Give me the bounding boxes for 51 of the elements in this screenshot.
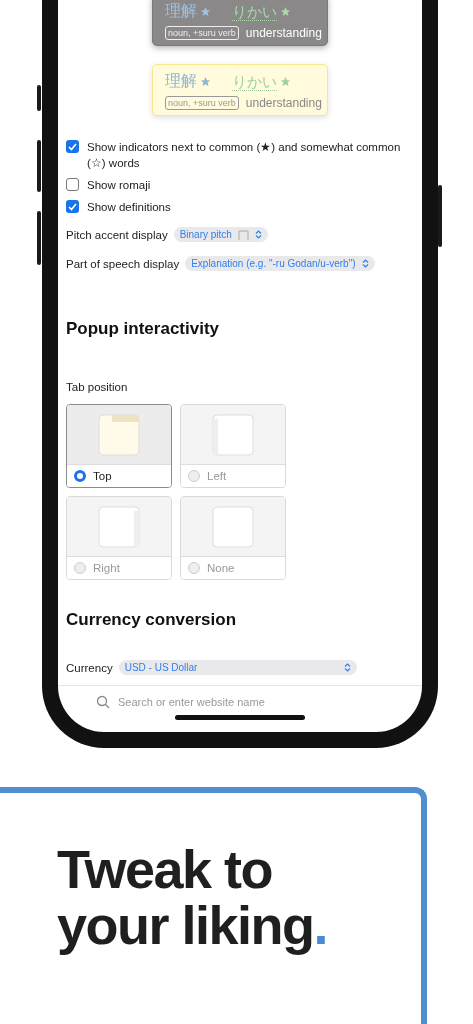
tab-layout-icon bbox=[212, 413, 254, 456]
chevron-up-down-icon bbox=[343, 663, 351, 672]
dropdown[interactable]: USD - US Dollar bbox=[118, 660, 357, 675]
option-label: Show definitions bbox=[87, 200, 171, 215]
checkbox[interactable] bbox=[66, 200, 79, 213]
star-icon bbox=[200, 6, 211, 17]
tab-layout-icon bbox=[98, 505, 140, 548]
star-icon bbox=[200, 76, 211, 87]
kanji-text: 理解 bbox=[165, 71, 197, 91]
radio-button[interactable] bbox=[74, 470, 86, 482]
dropdown[interactable]: Explanation (e.g. "-ru Godan/u-verb") bbox=[185, 256, 375, 271]
select-label: Pitch accent display bbox=[66, 228, 168, 241]
tab-position-option[interactable]: Top bbox=[66, 404, 172, 488]
part-of-speech-tag: noun, +suru verb bbox=[165, 96, 239, 110]
checkbox[interactable] bbox=[66, 178, 79, 191]
dropdown[interactable]: Binary pitch bbox=[173, 227, 268, 242]
address-field[interactable]: Search or enter website name bbox=[96, 695, 265, 709]
option-label: Show romaji bbox=[87, 178, 151, 193]
option-label: Show indicators next to common (★) and somewhat common (☆) words bbox=[87, 140, 402, 171]
select-label: Part of speech display bbox=[66, 257, 180, 270]
chevron-up-down-icon bbox=[361, 259, 369, 268]
reading-text: りかい bbox=[232, 2, 277, 21]
radio-button[interactable] bbox=[188, 470, 200, 482]
radio-button[interactable] bbox=[188, 562, 200, 574]
tab-layout-icon bbox=[98, 413, 140, 456]
part-of-speech-tag: noun, +suru verb bbox=[165, 26, 239, 40]
option-label: Left bbox=[207, 470, 227, 482]
field-label: Tab position bbox=[66, 381, 129, 393]
reading-text: りかい bbox=[232, 72, 277, 91]
tab-layout-icon bbox=[212, 505, 254, 548]
select-label: Currency bbox=[66, 661, 113, 674]
tab-position-option[interactable]: None bbox=[180, 496, 286, 580]
option-label: Top bbox=[93, 470, 112, 482]
star-icon bbox=[280, 6, 291, 17]
star-icon bbox=[280, 76, 291, 87]
tab-position-option[interactable]: Right bbox=[66, 496, 172, 580]
radio-button[interactable] bbox=[74, 562, 86, 574]
definition-text: understanding bbox=[245, 26, 322, 40]
tab-position-option[interactable]: Left bbox=[180, 404, 286, 488]
section-heading: Currency conversion bbox=[66, 610, 238, 630]
definition-text: understanding bbox=[245, 96, 322, 110]
option-label: None bbox=[207, 562, 235, 574]
tagline-text: your liking. bbox=[57, 897, 329, 953]
pitch-pattern-icon bbox=[237, 229, 249, 240]
section-heading: Popup interactivity bbox=[66, 319, 221, 339]
option-label: Right bbox=[93, 562, 120, 574]
chevron-up-down-icon bbox=[254, 230, 262, 239]
kanji-text: 理解 bbox=[165, 1, 197, 21]
search-icon bbox=[96, 695, 110, 709]
checkbox[interactable] bbox=[66, 140, 79, 153]
tagline-text: Tweak to bbox=[57, 841, 274, 897]
